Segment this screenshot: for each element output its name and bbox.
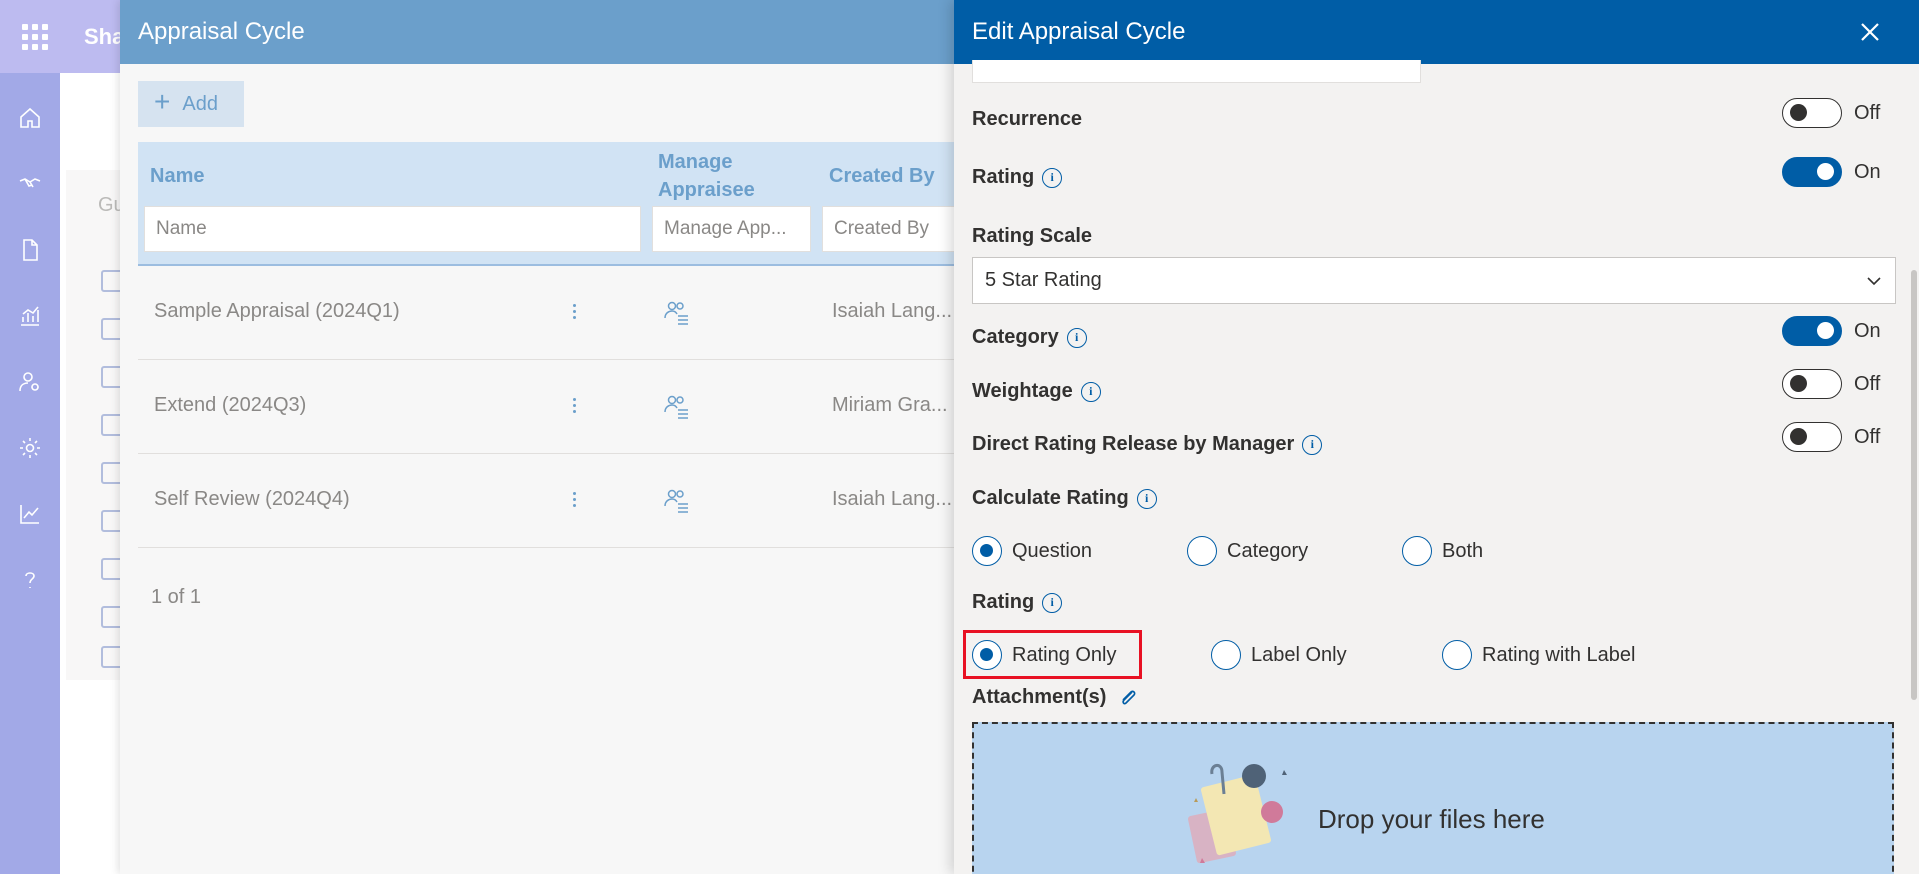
calculate-rating-label: Calculate Rating i	[972, 487, 1157, 510]
row-created-by: Miriam Gra...	[832, 394, 948, 416]
list-panel-title: Appraisal Cycle	[138, 18, 305, 45]
radio-label: Both	[1442, 539, 1484, 562]
direct-release-state: Off	[1854, 425, 1881, 448]
weightage-label-text: Weightage	[972, 380, 1073, 402]
direct-release-toggle[interactable]	[1782, 422, 1842, 452]
row-created-by: Isaiah Lang...	[832, 488, 953, 510]
direct-release-toggle-group: Off	[1782, 422, 1880, 452]
close-icon[interactable]	[1854, 16, 1886, 48]
calculate-rating-label-text: Calculate Rating	[972, 487, 1129, 509]
chevron-down-icon	[1867, 276, 1881, 285]
category-toggle[interactable]	[1782, 316, 1842, 346]
row-name: Extend (2024Q3)	[154, 394, 307, 416]
table-row[interactable]: Extend (2024Q3) Miriam Gra...	[138, 360, 955, 454]
add-button[interactable]: + Add	[138, 81, 244, 127]
rating-toggle[interactable]	[1782, 157, 1842, 187]
radio-label: Label Only	[1251, 643, 1347, 666]
table-row[interactable]: Self Review (2024Q4) Isaiah Lang...	[138, 454, 955, 548]
weightage-state: Off	[1854, 372, 1881, 395]
list-panel-header: Appraisal Cycle	[120, 0, 955, 64]
radio-button[interactable]	[972, 640, 1002, 670]
attachments-label: Attachment(s)	[972, 686, 1140, 709]
add-button-label: Add	[182, 92, 218, 115]
info-icon[interactable]: i	[1080, 381, 1101, 402]
panel-scrollbar[interactable]	[1911, 270, 1917, 700]
file-dropzone[interactable]: Drop your files here	[972, 722, 1894, 874]
recurrence-state: Off	[1854, 101, 1881, 124]
grid-header: Name Manage Appraisee Created By	[138, 142, 955, 266]
pagination-text: 1 of 1	[151, 586, 202, 608]
radio-rating-with-label[interactable]: Rating with Label	[1442, 640, 1635, 670]
info-icon[interactable]: i	[1136, 488, 1157, 509]
column-header-name[interactable]: Name	[150, 162, 204, 190]
radio-question[interactable]: Question	[972, 536, 1092, 566]
category-label: Category i	[972, 326, 1087, 349]
radio-category[interactable]: Category	[1187, 536, 1308, 566]
rating-scale-label-text: Rating Scale	[972, 225, 1093, 247]
radio-rating-only[interactable]: Rating Only	[972, 640, 1117, 670]
drop-files-text: Drop your files here	[1318, 804, 1545, 834]
attachments-label-text: Attachment(s)	[972, 686, 1107, 708]
row-name: Self Review (2024Q4)	[154, 488, 350, 510]
radio-label: Category	[1227, 539, 1309, 562]
direct-release-label-text: Direct Rating Release by Manager	[972, 433, 1295, 455]
rating-scale-value: 5 Star Rating	[985, 269, 1102, 291]
radio-label: Question	[1012, 539, 1093, 562]
rating-label-text: Rating	[972, 166, 1035, 188]
rating-label: Rating i	[972, 166, 1063, 189]
rating-display-label: Rating i	[972, 591, 1063, 614]
more-vertical-icon[interactable]	[564, 390, 584, 420]
category-label-text: Category	[972, 326, 1059, 348]
file-drop-illustration-icon	[1188, 764, 1287, 864]
weightage-label: Weightage i	[972, 380, 1101, 403]
recurrence-toggle[interactable]	[1782, 98, 1842, 128]
info-icon[interactable]: i	[1302, 434, 1323, 455]
radio-button[interactable]	[1402, 536, 1432, 566]
rating-display-label-text: Rating	[972, 591, 1035, 613]
info-icon[interactable]: i	[1042, 167, 1063, 188]
name-filter-input[interactable]	[144, 206, 641, 252]
cycle-name-input[interactable]	[972, 60, 1421, 83]
radio-both[interactable]: Both	[1402, 536, 1483, 566]
row-name: Sample Appraisal (2024Q1)	[154, 300, 400, 322]
radio-button[interactable]	[972, 536, 1002, 566]
edit-appraisal-cycle-panel: Edit Appraisal Cycle Recurrence Off Rati…	[954, 0, 1919, 874]
recurrence-label: Recurrence	[972, 108, 1082, 131]
info-icon[interactable]: i	[1042, 592, 1063, 613]
radio-button[interactable]	[1211, 640, 1241, 670]
appraisal-cycle-panel: Appraisal Cycle + Add Name Manage Apprai…	[120, 0, 955, 874]
rating-scale-label: Rating Scale	[972, 225, 1092, 248]
radio-label: Rating Only	[1012, 643, 1117, 666]
weightage-toggle[interactable]	[1782, 369, 1842, 399]
rating-toggle-group: On	[1782, 157, 1881, 187]
direct-release-label: Direct Rating Release by Manager i	[972, 433, 1323, 456]
manage-appraisee-filter-input[interactable]	[652, 206, 811, 252]
edit-panel-header: Edit Appraisal Cycle	[954, 0, 1919, 64]
category-state: On	[1854, 319, 1881, 342]
people-list-icon[interactable]	[662, 298, 690, 326]
people-list-icon[interactable]	[662, 392, 690, 420]
recurrence-label-text: Recurrence	[972, 108, 1083, 130]
more-vertical-icon[interactable]	[564, 296, 584, 326]
column-header-manage-appraisee[interactable]: Manage Appraisee	[658, 148, 755, 204]
info-icon[interactable]: i	[1066, 327, 1087, 348]
radio-label-only[interactable]: Label Only	[1211, 640, 1347, 670]
category-toggle-group: On	[1782, 316, 1881, 346]
table-row[interactable]: Sample Appraisal (2024Q1) Isaiah Lang...	[138, 266, 955, 360]
rating-scale-dropdown[interactable]: 5 Star Rating	[972, 257, 1896, 304]
weightage-toggle-group: Off	[1782, 369, 1880, 399]
created-by-filter-input[interactable]	[822, 206, 955, 252]
row-created-by: Isaiah Lang...	[832, 300, 953, 322]
radio-label: Rating with Label	[1482, 643, 1636, 666]
column-header-created-by[interactable]: Created By	[829, 162, 935, 190]
people-list-icon[interactable]	[662, 486, 690, 514]
rating-state: On	[1854, 160, 1881, 183]
paperclip-icon[interactable]	[1118, 687, 1140, 709]
radio-button[interactable]	[1187, 536, 1217, 566]
edit-panel-title: Edit Appraisal Cycle	[972, 18, 1186, 45]
recurrence-toggle-group: Off	[1782, 98, 1880, 128]
more-vertical-icon[interactable]	[564, 484, 584, 514]
plus-icon: +	[154, 86, 171, 117]
radio-button[interactable]	[1442, 640, 1472, 670]
